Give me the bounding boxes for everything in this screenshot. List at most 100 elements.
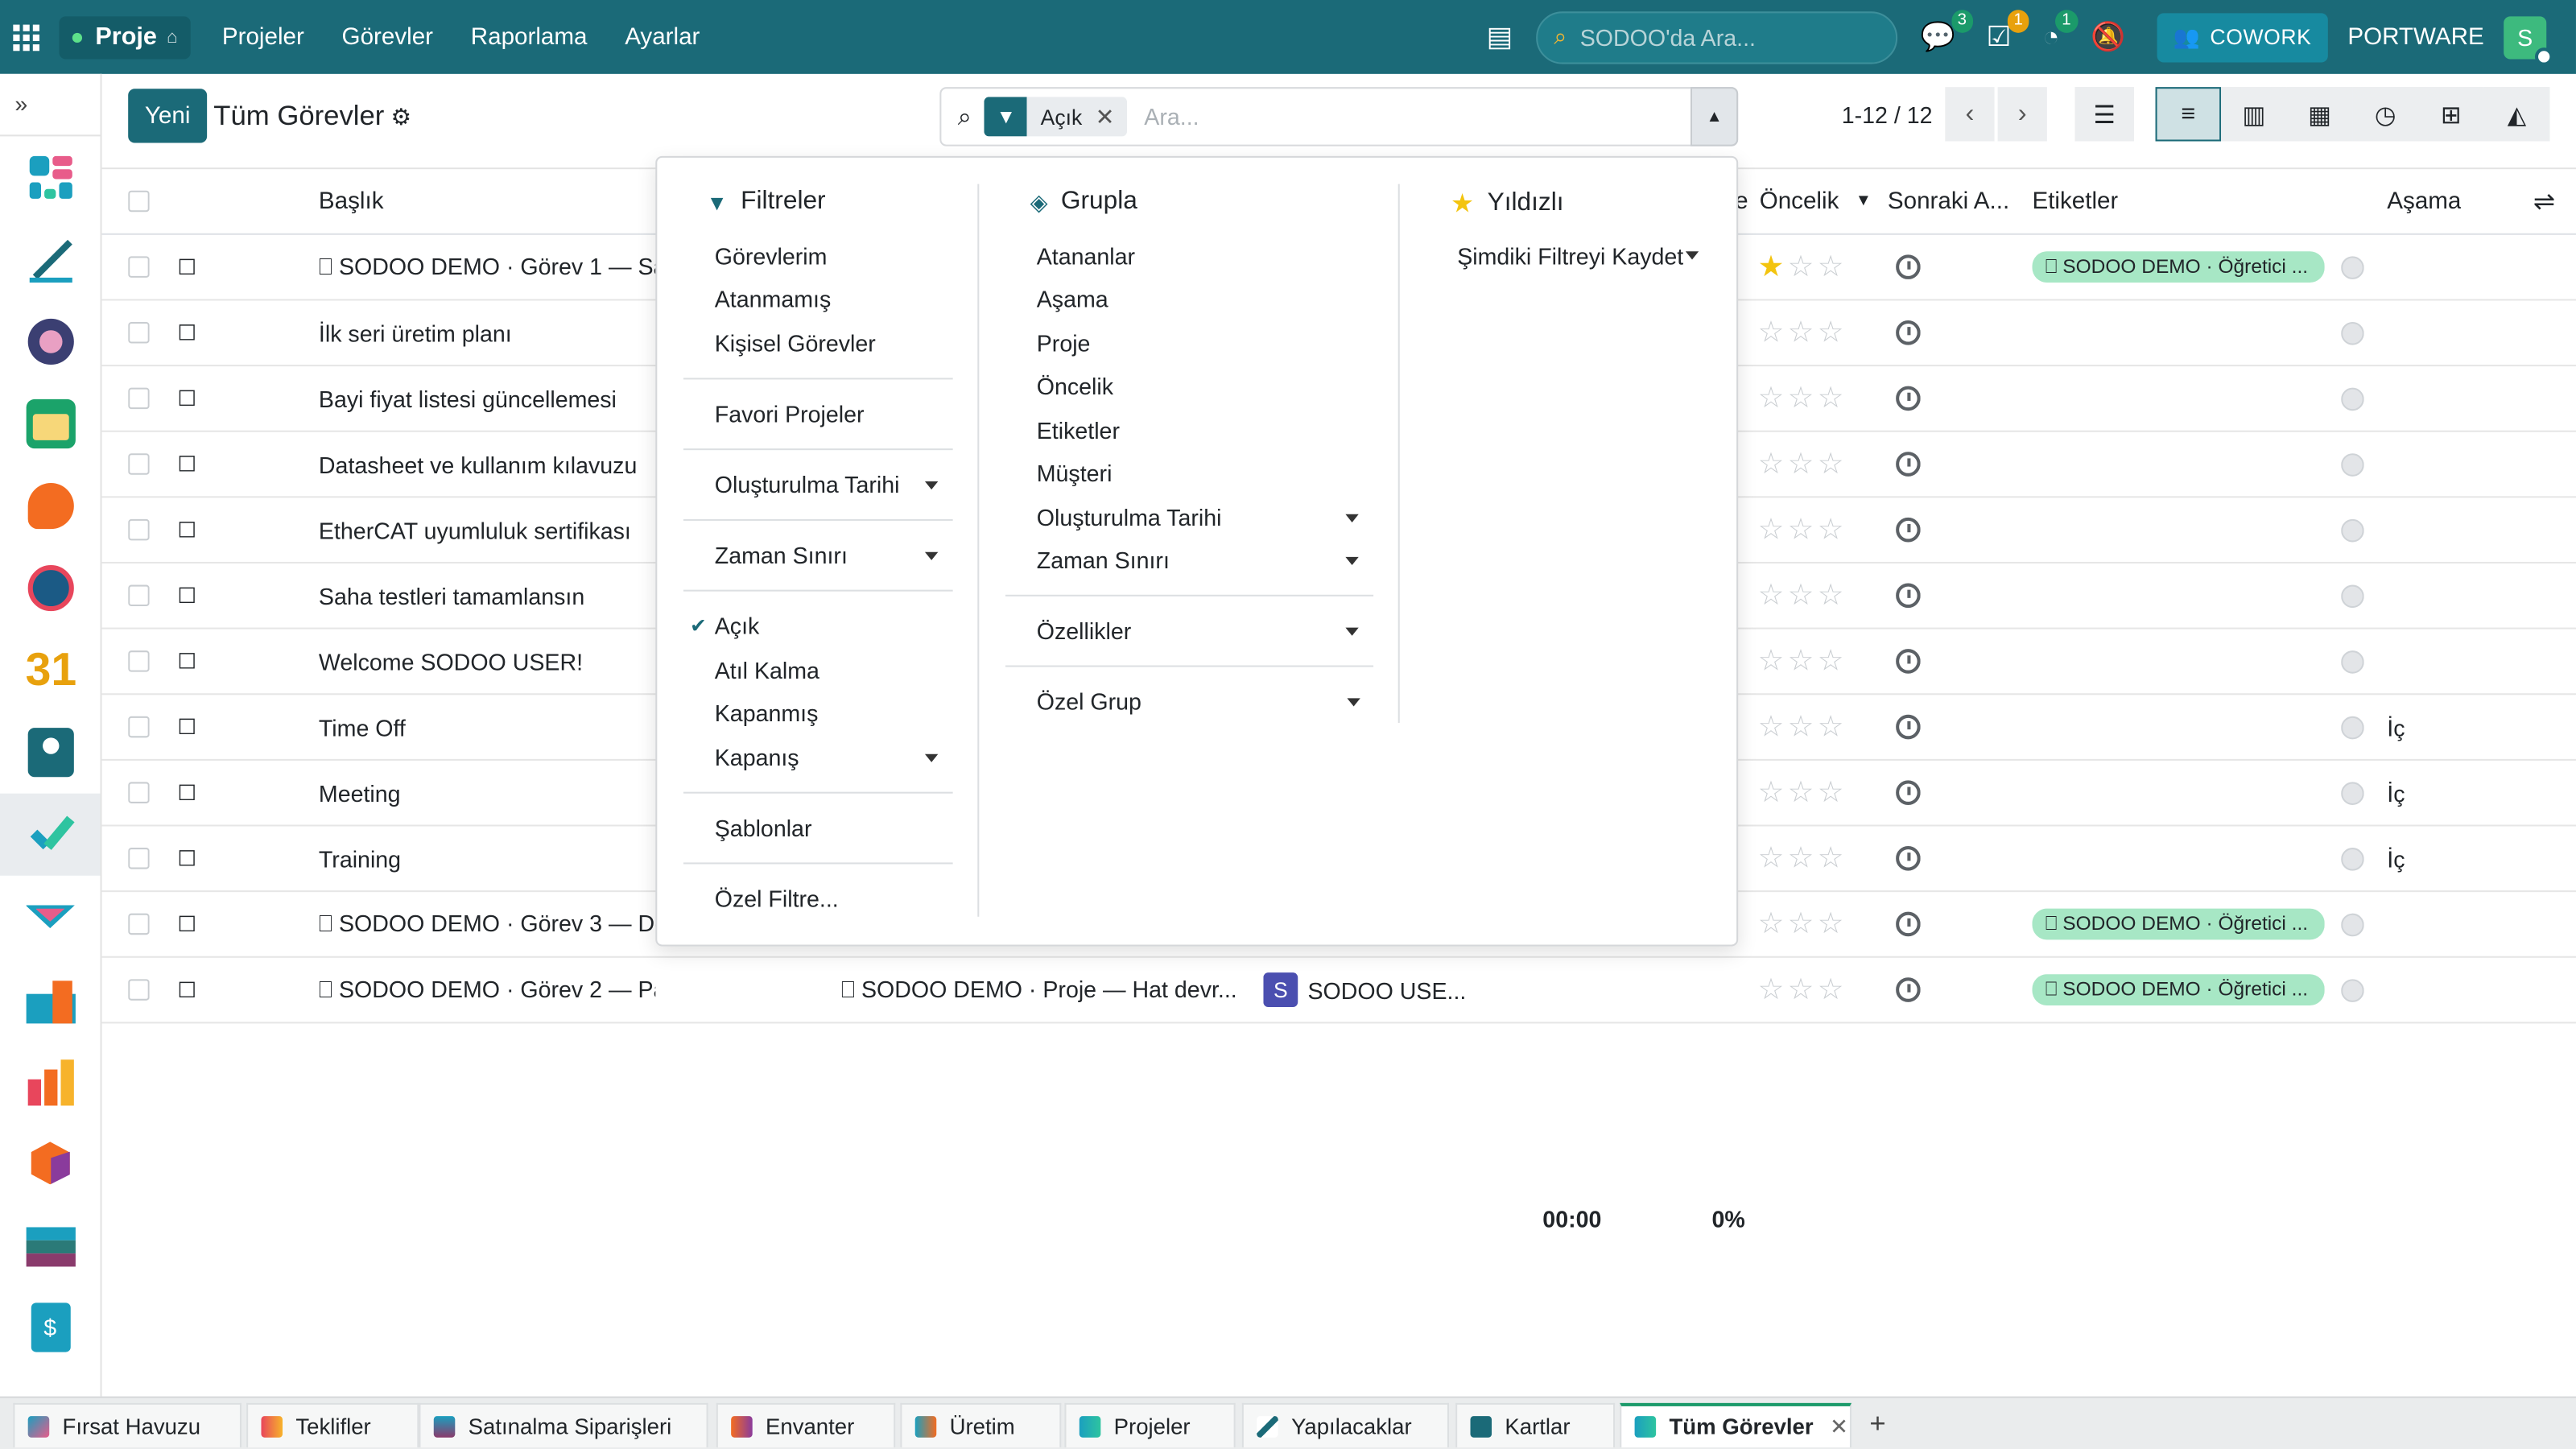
sidebar-expand-icon[interactable]: » xyxy=(0,74,101,137)
activity-clock-icon[interactable] xyxy=(1896,695,1921,759)
caret-down-icon[interactable] xyxy=(1347,698,1360,707)
stage-status-icon[interactable] xyxy=(2341,892,2364,956)
caret-down-icon[interactable] xyxy=(1345,514,1359,522)
search-input[interactable]: Ara... xyxy=(1144,104,1199,130)
table-row[interactable]: ☐ ⎕ SODOO DEMO · Görev 2 — Pano montajı ⎕ … xyxy=(101,958,2576,1024)
filter-templates[interactable]: Şablonlar xyxy=(715,815,812,841)
star-icon[interactable]: ☆ xyxy=(1758,316,1788,350)
company-switcher[interactable]: PORTWARE xyxy=(2347,24,2483,51)
stage-status-icon[interactable] xyxy=(2341,235,2364,299)
star-icon[interactable]: ☆ xyxy=(1758,907,1788,942)
cowork-button[interactable]: 👥 COWORK xyxy=(2157,12,2328,62)
star-icon[interactable]: ☆ xyxy=(1788,381,1818,415)
row-checkbox[interactable] xyxy=(128,564,150,628)
menu-reporting[interactable]: Raporlama xyxy=(471,25,588,52)
activity-clock-icon[interactable] xyxy=(1896,366,1921,431)
activity-clock-icon[interactable] xyxy=(1896,761,1921,825)
activity-clock-icon[interactable] xyxy=(1896,827,1921,891)
filter-open[interactable]: Açık xyxy=(715,613,760,639)
star-icon[interactable]: ☆ xyxy=(1758,841,1788,876)
filter-custom[interactable]: Özel Filtre... xyxy=(715,886,839,912)
drag-handle-icon[interactable]: ☐ xyxy=(177,695,196,759)
task-title[interactable]: ⎕ SODOO DEMO · Görev 3 — De xyxy=(319,892,655,956)
star-icon[interactable]: ☆ xyxy=(1788,710,1818,745)
menu-tasks[interactable]: Görevler xyxy=(342,25,433,52)
task-title[interactable]: Training xyxy=(319,827,655,891)
row-checkbox[interactable] xyxy=(128,958,150,1022)
star-icon[interactable]: ☆ xyxy=(1758,513,1788,547)
row-checkbox[interactable] xyxy=(128,695,150,759)
star-icon[interactable]: ☆ xyxy=(1788,316,1818,350)
filter-unassigned[interactable]: Atanmamış xyxy=(715,286,832,312)
tab-projects[interactable]: Projeler xyxy=(1064,1402,1236,1447)
select-all-checkbox[interactable] xyxy=(128,169,150,233)
activity-clock-icon[interactable] xyxy=(1896,497,1921,562)
star-icon[interactable]: ☆ xyxy=(1818,513,1847,547)
stage-status-icon[interactable] xyxy=(2341,497,2364,562)
task-title[interactable]: Datasheet ve kullanım kılavuzu xyxy=(319,432,655,497)
tab-purchase-orders[interactable]: Satınalma Siparişleri xyxy=(419,1402,708,1447)
priority-stars[interactable]: ☆ ☆ ☆ xyxy=(1758,630,1847,694)
drag-handle-icon[interactable]: ☐ xyxy=(177,366,196,431)
sidebar-app-dashboard[interactable] xyxy=(0,136,100,218)
drag-handle-icon[interactable]: ☐ xyxy=(177,300,196,365)
task-title[interactable]: İlk seri üretim planı xyxy=(319,300,655,365)
task-title[interactable]: ⎕ SODOO DEMO · Görev 2 — Pano montajı xyxy=(319,958,655,1022)
caret-down-icon[interactable] xyxy=(924,551,939,560)
filter-private[interactable]: Kişisel Görevler xyxy=(715,330,876,357)
timer-icon[interactable]: ◔ 1 xyxy=(2042,9,2078,54)
column-tags[interactable]: Etiketler xyxy=(2032,169,2118,233)
star-icon[interactable]: ☆ xyxy=(1758,381,1788,415)
app-brand-button[interactable]: Proje ⌂ xyxy=(59,15,192,59)
group-tags[interactable]: Etiketler xyxy=(1037,417,1120,444)
caret-down-icon[interactable] xyxy=(924,753,939,762)
task-project[interactable]: ⎕ SODOO DEMO · Proje — Hat devr... xyxy=(841,958,1244,1022)
group-assignees[interactable]: Atananlar xyxy=(1037,243,1135,270)
drag-handle-icon[interactable]: ☐ xyxy=(177,761,196,825)
group-custom[interactable]: Özel Grup xyxy=(1037,688,1141,715)
row-checkbox[interactable] xyxy=(128,366,150,431)
menu-projects[interactable]: Projeler xyxy=(222,25,304,52)
tab-opportunities[interactable]: Fırsat Havuzu xyxy=(13,1402,242,1447)
star-icon[interactable]: ☆ xyxy=(1818,644,1847,679)
sidebar-app-contacts[interactable] xyxy=(0,712,100,794)
stage-status-icon[interactable] xyxy=(2341,958,2364,1022)
assignee[interactable]: S SODOO USE... xyxy=(1263,958,1466,1022)
priority-stars[interactable]: ☆ ☆ ☆ xyxy=(1758,497,1847,562)
star-icon[interactable]: ☆ xyxy=(1788,250,1818,284)
close-tab-icon[interactable]: ✕ xyxy=(1830,1414,1848,1440)
pager-value[interactable]: 1-12 / 12 xyxy=(1842,102,1933,129)
chat-icon[interactable]: 💬 3 xyxy=(1920,9,1974,54)
column-priority[interactable]: Öncelik ▼ xyxy=(1760,169,1872,233)
row-checkbox[interactable] xyxy=(128,300,150,365)
priority-stars[interactable]: ☆ ☆ ☆ xyxy=(1758,892,1847,956)
star-icon[interactable]: ☆ xyxy=(1758,775,1788,810)
sidebar-app-crm[interactable] xyxy=(0,876,100,958)
add-tab-icon[interactable]: + xyxy=(1869,1408,1885,1441)
user-avatar[interactable]: S xyxy=(2504,15,2553,65)
star-icon[interactable]: ☆ xyxy=(1788,447,1818,481)
drag-handle-icon[interactable]: ☐ xyxy=(177,630,196,694)
star-icon[interactable]: ★ xyxy=(1758,250,1788,284)
kanban-view-icon[interactable]: ▥ xyxy=(2221,87,2287,142)
stage-status-icon[interactable] xyxy=(2341,695,2364,759)
documentation-icon[interactable]: ▤ xyxy=(1487,21,1513,54)
pager-next-icon[interactable]: › xyxy=(1997,87,2047,142)
stage-status-icon[interactable] xyxy=(2341,366,2364,431)
task-title[interactable]: Bayi fiyat listesi güncellemesi xyxy=(319,366,655,431)
new-task-button[interactable]: Yeni xyxy=(128,89,208,143)
app-menu-icon[interactable] xyxy=(0,0,52,74)
sidebar-app-inventory[interactable] xyxy=(0,1122,100,1204)
star-icon[interactable]: ☆ xyxy=(1788,841,1818,876)
activity-clock-icon[interactable] xyxy=(1896,564,1921,628)
optional-columns-icon[interactable]: ⇌ xyxy=(2533,169,2555,233)
priority-stars[interactable]: ★ ☆ ☆ xyxy=(1758,235,1847,299)
row-checkbox[interactable] xyxy=(128,497,150,562)
filter-deadline[interactable]: Zaman Sınırı xyxy=(715,542,848,568)
drag-handle-icon[interactable]: ☐ xyxy=(177,564,196,628)
activity-clock-icon[interactable] xyxy=(1896,432,1921,497)
stage-status-icon[interactable] xyxy=(2341,300,2364,365)
star-icon[interactable]: ☆ xyxy=(1758,972,1788,1007)
star-icon[interactable]: ☆ xyxy=(1818,710,1847,745)
star-icon[interactable]: ☆ xyxy=(1818,841,1847,876)
